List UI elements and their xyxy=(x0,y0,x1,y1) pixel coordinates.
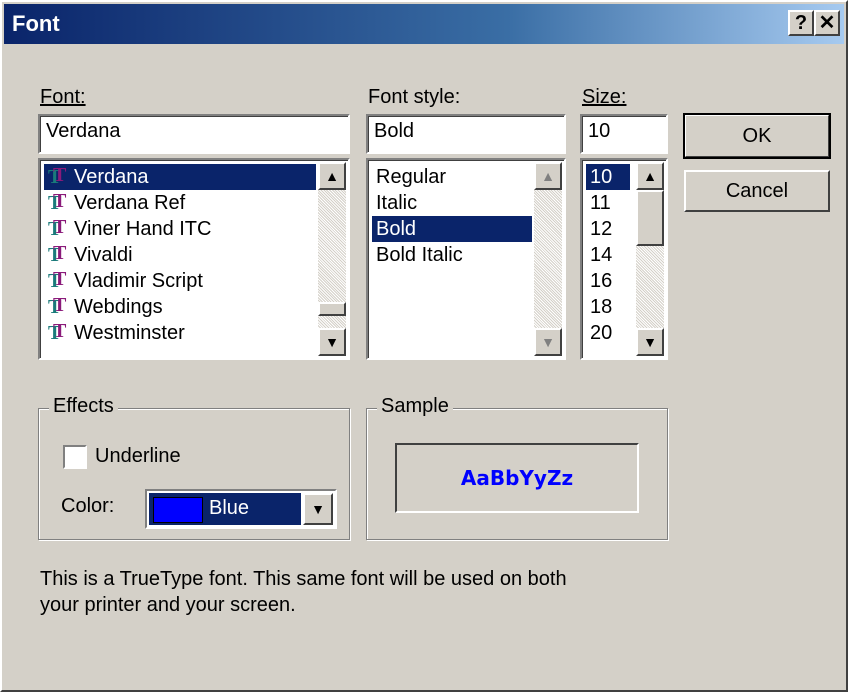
color-select-highlight: Blue xyxy=(149,493,301,525)
font-item-label: Viner Hand ITC xyxy=(74,218,212,240)
sample-preview: AaBbYyZz xyxy=(395,443,639,513)
truetype-icon: TT xyxy=(48,320,67,344)
font-style-list[interactable]: Regular Italic Bold Bold Italic ▲ ▼ xyxy=(366,158,566,360)
font-label-text: Font: xyxy=(40,86,86,108)
font-list-item[interactable]: T T Webdings xyxy=(44,294,169,320)
truetype-icon: TT xyxy=(48,268,67,292)
size-list-item[interactable]: 14 xyxy=(586,242,618,268)
sample-title: Sample xyxy=(377,395,453,418)
dropdown-arrow-icon[interactable]: ▼ xyxy=(303,493,333,525)
font-input-value: Verdana xyxy=(46,120,121,142)
scroll-down-arrow-icon: ▼ xyxy=(534,328,562,356)
color-label: Color: xyxy=(61,495,115,517)
sample-group: Sample AaBbYyZz xyxy=(366,395,668,540)
font-style-input-value: Bold xyxy=(374,120,415,142)
size-label: Size: xyxy=(582,86,626,109)
size-list-item[interactable]: 12 xyxy=(586,216,618,242)
font-item-label: Vladimir Script xyxy=(74,270,203,292)
font-item-label: Vivaldi xyxy=(74,244,133,266)
window-title: Font xyxy=(12,11,60,36)
font-label: Font: xyxy=(40,86,86,109)
underline-label[interactable]: Underline xyxy=(95,445,181,468)
scroll-up-arrow-icon: ▲ xyxy=(534,162,562,190)
help-button[interactable]: ? xyxy=(788,10,814,36)
style-list-item[interactable]: Bold xyxy=(372,216,532,242)
font-list-item[interactable]: T T Westminster xyxy=(44,320,191,346)
underline-checkbox[interactable] xyxy=(63,445,87,469)
size-list-item[interactable]: 18 xyxy=(586,294,618,320)
size-input-value: 10 xyxy=(588,120,611,142)
info-text-line1: This is a TrueType font. This same font … xyxy=(40,568,567,590)
scroll-thumb[interactable] xyxy=(636,190,664,246)
truetype-icon: TT xyxy=(48,242,67,266)
effects-group: Effects Underline Color: Blue ▼ xyxy=(38,395,350,540)
font-list[interactable]: T T Verdana T T Verdana Ref T T Viner Hand ITC… xyxy=(38,158,350,360)
color-select[interactable]: Blue ▼ xyxy=(145,489,337,529)
scroll-thumb[interactable] xyxy=(318,302,346,316)
color-select-value: Blue xyxy=(209,497,250,519)
close-button[interactable]: ✕ xyxy=(814,10,840,36)
scroll-down-arrow-icon[interactable]: ▼ xyxy=(318,328,346,356)
font-style-input[interactable]: Bold xyxy=(366,114,566,154)
font-item-label: Verdana xyxy=(74,166,149,188)
size-list[interactable]: 10 11 12 14 16 18 20 ▲ ▼ xyxy=(580,158,668,360)
size-list-scrollbar[interactable]: ▲ ▼ xyxy=(636,162,664,356)
size-list-item[interactable]: 11 xyxy=(586,190,617,216)
font-list-item[interactable]: T T Viner Hand ITC xyxy=(44,216,217,242)
font-list-item[interactable]: T T Verdana Ref xyxy=(44,190,191,216)
style-list-item[interactable]: Italic xyxy=(372,190,423,216)
ok-button[interactable]: OK xyxy=(683,113,831,159)
font-dialog: Font ? ✕ Font: Verdana T T Verdana T T Verda… xyxy=(0,0,848,692)
font-item-label: Verdana Ref xyxy=(74,192,186,214)
font-item-label: Westminster xyxy=(74,322,185,344)
title-bar[interactable]: Font ? ✕ xyxy=(4,4,844,44)
effects-title: Effects xyxy=(49,395,118,418)
truetype-icon: TT xyxy=(48,164,67,188)
font-input[interactable]: Verdana xyxy=(38,114,350,154)
size-list-item[interactable]: 16 xyxy=(586,268,618,294)
font-list-item[interactable]: T T Vladimir Script xyxy=(44,268,209,294)
size-input[interactable]: 10 xyxy=(580,114,668,154)
font-style-label: Font style: xyxy=(368,86,461,108)
scroll-up-arrow-icon[interactable]: ▲ xyxy=(636,162,664,190)
font-item-label: Webdings xyxy=(74,296,163,318)
color-swatch xyxy=(153,497,203,523)
style-list-item[interactable]: Regular xyxy=(372,164,452,190)
sample-text: AaBbYyZz xyxy=(460,466,574,490)
style-list-scrollbar: ▲ ▼ xyxy=(534,162,562,356)
font-list-item[interactable]: T T Verdana xyxy=(44,164,316,190)
font-list-item[interactable]: T T Vivaldi xyxy=(44,242,139,268)
truetype-icon: TT xyxy=(48,216,67,240)
size-label-text: Size: xyxy=(582,86,627,108)
truetype-icon: TT xyxy=(48,190,67,214)
size-list-item[interactable]: 10 xyxy=(586,164,630,190)
scroll-up-arrow-icon[interactable]: ▲ xyxy=(318,162,346,190)
font-list-scrollbar[interactable]: ▲ ▼ xyxy=(318,162,346,356)
cancel-button[interactable]: Cancel xyxy=(684,170,830,212)
info-text-line2: your printer and your screen. xyxy=(40,594,296,616)
scroll-down-arrow-icon[interactable]: ▼ xyxy=(636,328,664,356)
truetype-icon: TT xyxy=(48,294,67,318)
style-list-item[interactable]: Bold Italic xyxy=(372,242,469,268)
size-list-item[interactable]: 20 xyxy=(586,320,618,346)
